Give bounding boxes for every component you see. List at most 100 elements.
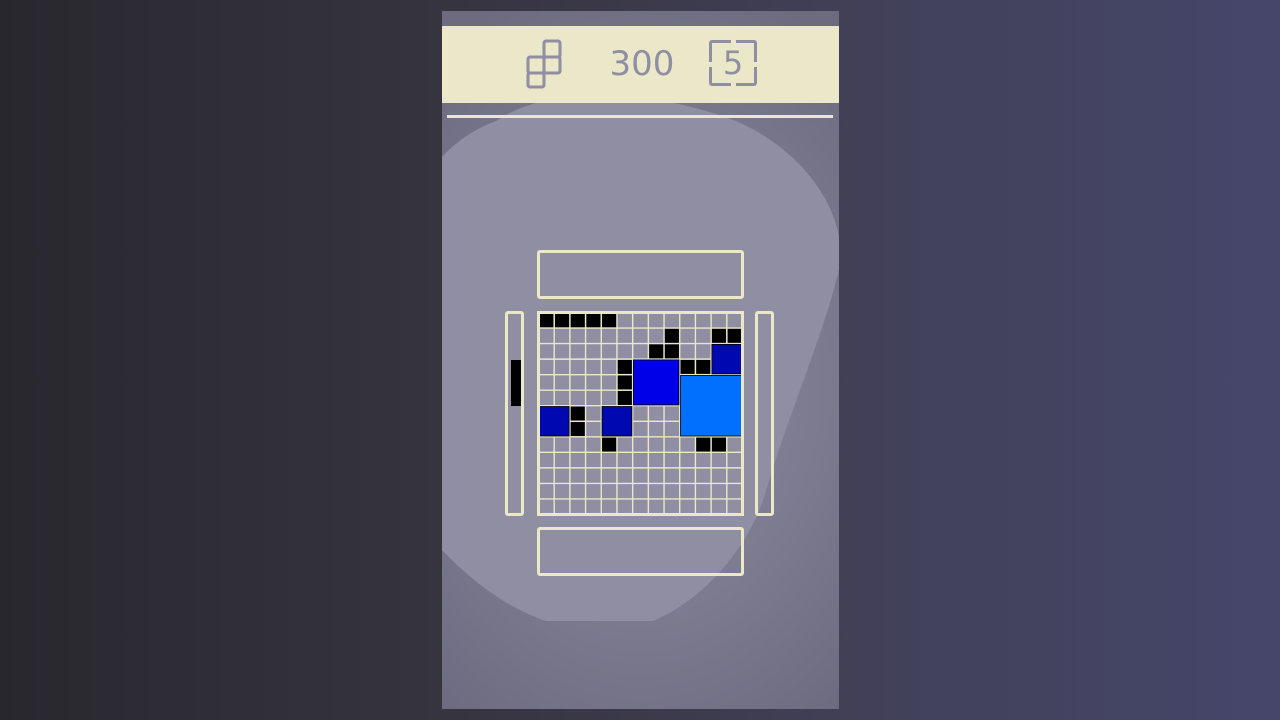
black-cell[interactable] [680,359,695,374]
board-cell[interactable] [601,483,617,499]
board-cell[interactable] [585,436,602,453]
black-cell[interactable] [602,437,617,452]
board-cell[interactable] [569,467,586,484]
black-cell[interactable] [586,313,601,328]
board-cell[interactable] [554,374,570,391]
board-cell[interactable] [632,452,649,468]
board-cell[interactable] [679,436,696,453]
board-cell[interactable] [616,483,633,499]
board-cell[interactable] [664,452,680,468]
board-cell[interactable] [695,467,712,484]
board-cell[interactable] [726,498,743,515]
board-cell[interactable] [632,483,649,499]
black-cell[interactable] [711,328,727,343]
board-cell[interactable] [679,498,696,515]
board-cell[interactable] [664,498,680,515]
board-cell[interactable] [585,467,602,484]
board-cell[interactable] [616,312,633,329]
board-cell[interactable] [632,436,649,453]
board-cell[interactable] [726,312,743,329]
board-cell[interactable] [648,312,665,329]
black-cell[interactable] [617,359,632,374]
board-cell[interactable] [569,328,586,344]
board-cell[interactable] [538,328,555,344]
board-cell[interactable] [726,452,743,468]
black-cell[interactable] [696,437,711,452]
board-cell[interactable] [585,374,602,391]
board-cell[interactable] [585,452,602,468]
board-cell[interactable] [538,359,555,375]
board-cell[interactable] [601,374,617,391]
black-cell[interactable] [649,344,664,359]
board-cell[interactable] [585,343,602,360]
board-cell[interactable] [695,483,712,499]
board-cell[interactable] [601,359,617,375]
board-cell[interactable] [664,483,680,499]
board-cell[interactable] [601,328,617,344]
board-cell[interactable] [726,436,743,453]
board-cell[interactable] [585,359,602,375]
board-cell[interactable] [538,374,555,391]
board-cell[interactable] [695,498,712,515]
board-cell[interactable] [569,498,586,515]
board-cell[interactable] [554,328,570,344]
board-cell[interactable] [569,343,586,360]
board-cell[interactable] [726,467,743,484]
board-cell[interactable] [711,452,727,468]
tetromino-outline-icon[interactable] [526,39,566,89]
board-cell[interactable] [538,436,555,453]
board-cell[interactable] [711,498,727,515]
board-cell[interactable] [632,498,649,515]
board-cell[interactable] [648,405,665,422]
black-cell[interactable] [570,422,585,437]
azure-block[interactable] [680,375,743,437]
board-cell[interactable] [538,498,555,515]
board-cell[interactable] [711,467,727,484]
board-cell[interactable] [695,452,712,468]
board-cell[interactable] [538,390,555,406]
board-cell[interactable] [601,390,617,406]
black-cell[interactable] [727,328,742,343]
board-cell[interactable] [695,343,712,360]
blue-block[interactable] [633,359,680,406]
black-cell[interactable] [617,375,632,390]
board-cell[interactable] [554,483,570,499]
board-cell[interactable] [679,328,696,344]
board-cell[interactable] [601,467,617,484]
board-cell[interactable] [554,467,570,484]
board-cell[interactable] [616,467,633,484]
level-timer[interactable]: 5 [709,40,757,86]
board-cell[interactable] [585,390,602,406]
black-cell[interactable] [664,328,679,343]
board-cell[interactable] [679,312,696,329]
board-cell[interactable] [538,483,555,499]
board-cell[interactable] [616,343,633,360]
board-cell[interactable] [648,421,665,437]
board-cell[interactable] [632,343,649,360]
board-cell[interactable] [695,328,712,344]
board-cell[interactable] [569,436,586,453]
board-cell[interactable] [554,359,570,375]
board-cell[interactable] [601,498,617,515]
board-cell[interactable] [538,343,555,360]
board-cell[interactable] [648,498,665,515]
board-cell[interactable] [679,483,696,499]
board-cell[interactable] [648,452,665,468]
top-clue-slot[interactable] [537,250,744,299]
board-cell[interactable] [664,421,680,437]
board-cell[interactable] [616,452,633,468]
board-cell[interactable] [585,328,602,344]
board-cell[interactable] [648,467,665,484]
board-cell[interactable] [632,467,649,484]
board-cell[interactable] [648,483,665,499]
board-cell[interactable] [711,483,727,499]
black-cell[interactable] [539,313,554,328]
black-cell[interactable] [554,313,570,328]
board-cell[interactable] [554,343,570,360]
board-cell[interactable] [616,328,633,344]
board-cell[interactable] [726,483,743,499]
board-cell[interactable] [632,312,649,329]
left-clue-slot[interactable] [505,311,524,516]
board-cell[interactable] [569,390,586,406]
bottom-clue-slot[interactable] [537,527,744,576]
